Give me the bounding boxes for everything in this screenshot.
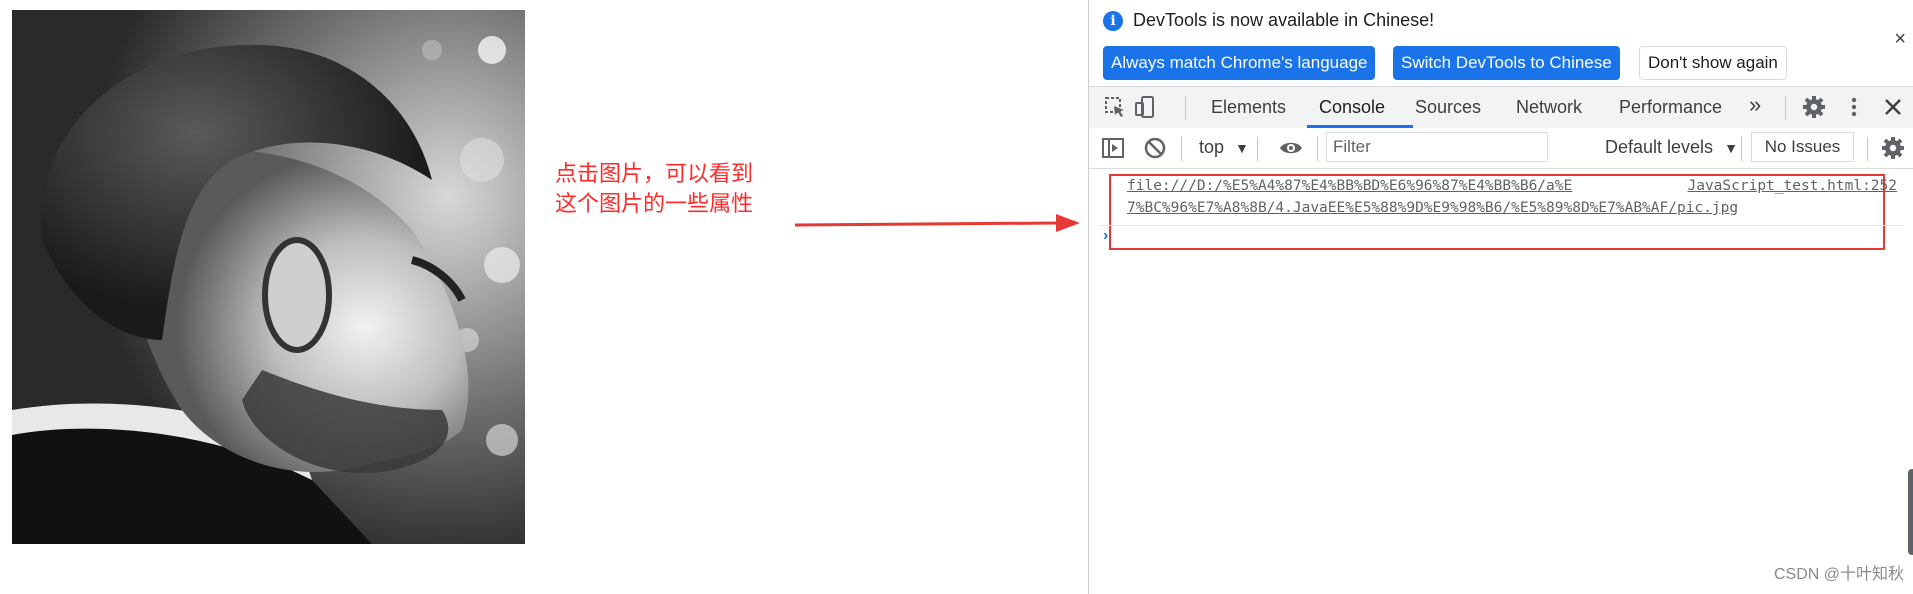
tab-elements[interactable]: Elements bbox=[1211, 97, 1286, 118]
tab-sources[interactable]: Sources bbox=[1415, 97, 1481, 118]
profile-photo[interactable] bbox=[12, 10, 525, 544]
drawer-resize-handle[interactable] bbox=[1908, 469, 1913, 555]
separator bbox=[1785, 96, 1786, 120]
separator bbox=[1741, 137, 1742, 161]
more-tabs-icon[interactable]: » bbox=[1749, 92, 1761, 118]
console-settings-gear-icon[interactable] bbox=[1881, 136, 1905, 160]
image-url-part-1: file:///D:/%E5%A4%87%E4%BB%BD%E6%96%87%E… bbox=[1127, 178, 1573, 194]
live-expression-eye-icon[interactable] bbox=[1279, 136, 1303, 160]
dropdown-arrow-icon: ▼ bbox=[1724, 140, 1738, 156]
dont-show-again-button[interactable]: Don't show again bbox=[1639, 46, 1787, 80]
console-output: JavaScript_test.html:252 file:///D:/%E5%… bbox=[1089, 169, 1913, 594]
kebab-menu-icon[interactable] bbox=[1842, 95, 1866, 119]
separator bbox=[1181, 137, 1182, 161]
device-toolbar-icon[interactable] bbox=[1133, 95, 1157, 119]
language-infobar: i DevTools is now available in Chinese! … bbox=[1089, 0, 1913, 84]
close-icon[interactable]: × bbox=[1894, 28, 1906, 51]
clear-console-icon[interactable] bbox=[1143, 136, 1167, 160]
infobar-message: DevTools is now available in Chinese! bbox=[1133, 10, 1435, 30]
separator bbox=[1317, 137, 1318, 161]
tab-console[interactable]: Console bbox=[1319, 97, 1385, 118]
console-message: JavaScript_test.html:252 file:///D:/%E5%… bbox=[1127, 175, 1897, 219]
csdn-watermark: CSDN @十叶知秋 bbox=[1773, 566, 1904, 583]
annotation-text: 点击图片，可以看到 这个图片的一些属性 bbox=[555, 160, 753, 220]
console-toolbar: top ▼ Filter Default levels ▼ No Issues bbox=[1089, 128, 1913, 169]
devtools-tabbar: Elements Console Sources Network Perform… bbox=[1089, 86, 1913, 129]
image-url-part-2: 7%BC%96%E7%A8%8B/4.JavaEE%E5%88%9D%E9%98… bbox=[1127, 200, 1739, 216]
annotation-arrow bbox=[794, 214, 1080, 232]
separator bbox=[1185, 96, 1186, 120]
separator bbox=[1867, 137, 1868, 161]
image-url-link[interactable]: file:///D:/%E5%A4%87%E4%BB%BD%E6%96%87%E… bbox=[1127, 178, 1738, 216]
dropdown-arrow-icon: ▼ bbox=[1235, 140, 1249, 156]
tab-network[interactable]: Network bbox=[1516, 97, 1582, 118]
separator bbox=[1257, 137, 1258, 161]
filter-input[interactable]: Filter bbox=[1326, 132, 1548, 162]
source-link[interactable]: JavaScript_test.html:252 bbox=[1687, 175, 1897, 197]
annotation-line-1: 点击图片，可以看到 bbox=[555, 162, 754, 187]
tab-performance[interactable]: Performance bbox=[1619, 97, 1722, 118]
log-levels-label: Default levels bbox=[1605, 137, 1714, 157]
issues-button[interactable]: No Issues bbox=[1751, 132, 1854, 162]
context-selector[interactable]: top ▼ bbox=[1199, 137, 1249, 158]
console-prompt-icon[interactable]: › bbox=[1103, 227, 1108, 245]
info-icon: i bbox=[1103, 11, 1123, 31]
log-levels-dropdown[interactable]: Default levels ▼ bbox=[1605, 137, 1738, 158]
sidebar-toggle-icon[interactable] bbox=[1101, 136, 1125, 160]
close-devtools-icon[interactable] bbox=[1881, 95, 1905, 119]
settings-gear-icon[interactable] bbox=[1802, 95, 1826, 119]
switch-chinese-button[interactable]: Switch DevTools to Chinese bbox=[1393, 46, 1620, 80]
match-language-button[interactable]: Always match Chrome's language bbox=[1103, 46, 1376, 80]
devtools-panel: i DevTools is now available in Chinese! … bbox=[1088, 0, 1913, 594]
inspect-element-icon[interactable] bbox=[1103, 95, 1127, 119]
context-value: top bbox=[1199, 137, 1225, 157]
photo-image bbox=[12, 10, 525, 544]
message-divider bbox=[1099, 225, 1904, 226]
annotation-line-2: 这个图片的一些属性 bbox=[555, 192, 754, 217]
